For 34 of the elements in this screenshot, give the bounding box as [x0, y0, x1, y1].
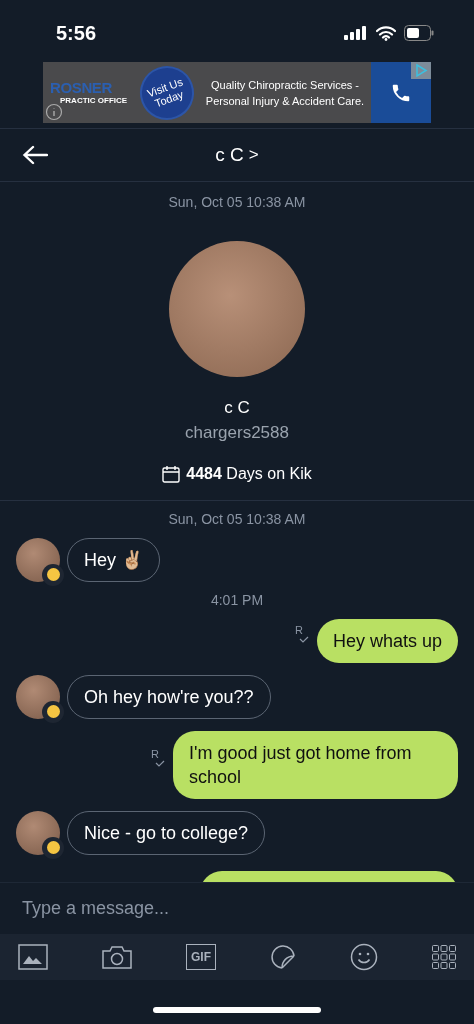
message-input[interactable]: Type a message... — [22, 895, 452, 922]
signal-icon — [344, 26, 368, 40]
calendar-icon — [162, 464, 181, 483]
sticker-icon[interactable] — [270, 944, 296, 970]
call-button[interactable] — [371, 62, 431, 123]
days-on-kik: 4484 Days on Kik — [186, 463, 312, 484]
message-bubble[interactable]: Hey whats up — [316, 618, 458, 663]
battery-icon — [404, 25, 434, 41]
back-arrow-icon — [22, 145, 48, 165]
status-time: 5:56 — [56, 21, 97, 46]
message-bubble[interactable]: I'm good just got home from school — [173, 730, 458, 799]
grid-icon[interactable] — [432, 945, 456, 969]
ad-logo-subtext: PRACTIC OFFICE — [60, 97, 128, 105]
ad-logo-text: ROSNER — [50, 80, 112, 95]
timestamp: 4:01 PM — [210, 590, 264, 610]
avatar[interactable] — [16, 810, 60, 855]
profile-name: c C — [224, 399, 250, 416]
gallery-icon[interactable] — [18, 944, 48, 970]
timestamp: Sun, Oct 05 10:38 AM — [168, 509, 306, 529]
read-receipt: R — [294, 624, 303, 636]
ad-text: Quality Chiropractic Services - Personal Injury & Accident Care. — [204, 77, 366, 109]
profile-username: chargers2588 — [185, 422, 289, 444]
check-icon — [298, 635, 309, 643]
wifi-icon — [376, 25, 396, 41]
avatar[interactable] — [16, 537, 60, 582]
chat-title[interactable]: c C > — [215, 140, 259, 170]
timestamp: Sun, Oct 05 10:38 AM — [168, 193, 306, 212]
info-icon[interactable] — [45, 103, 63, 121]
gif-button[interactable]: GIF — [186, 944, 216, 970]
ad-banner[interactable]: ROSNER PRACTIC OFFICE Visit Us Today Quality Chiropractic Services - Personal Injury & Accident Care. — [43, 62, 431, 123]
check-icon — [155, 759, 165, 767]
camera-icon[interactable] — [102, 944, 132, 970]
smiley-icon[interactable] — [350, 943, 378, 971]
read-receipt: R — [151, 748, 159, 760]
